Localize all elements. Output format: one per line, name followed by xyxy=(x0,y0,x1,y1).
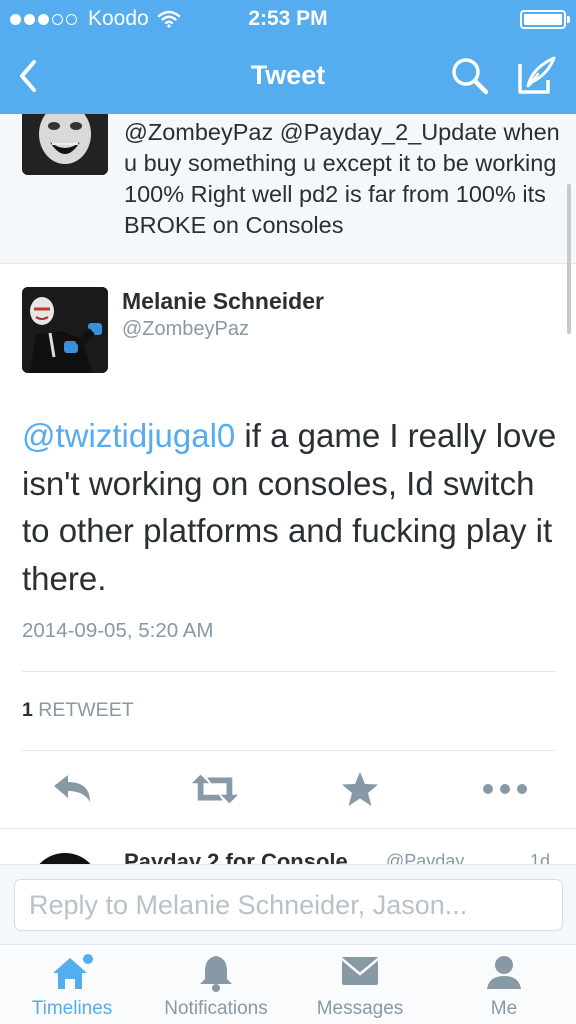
compose-tweet-button[interactable] xyxy=(514,52,560,98)
avatar[interactable] xyxy=(22,114,108,175)
retweet-label: RETWEET xyxy=(38,699,134,721)
next-tweet-author: Payday 2 for Console xyxy=(124,849,348,864)
previous-tweet-text: @ZombeyPaz @Payday_2_Update when u buy s… xyxy=(124,119,560,238)
home-icon xyxy=(53,954,93,989)
tweet-text: @twiztidjugal0 if a game I really love i… xyxy=(22,412,562,602)
mention-link[interactable]: @twiztidjugal0 xyxy=(22,417,235,454)
reply-bar xyxy=(0,864,576,944)
retweet-button[interactable] xyxy=(190,764,240,814)
tab-bar: Timelines Notifications Messages Me xyxy=(0,944,576,1024)
status-time: 2:53 PM xyxy=(248,7,328,30)
tab-notifications[interactable]: Notifications xyxy=(144,945,288,1024)
tweet-timestamp: 2014-09-05, 5:20 AM xyxy=(22,619,214,642)
battery-icon xyxy=(520,10,570,29)
divider xyxy=(22,671,555,672)
tab-me[interactable]: Me xyxy=(432,945,576,1024)
status-bar: Koodo 2:53 PM xyxy=(0,0,576,38)
retweet-icon xyxy=(191,774,239,804)
previous-tweet[interactable]: @ZombeyPaz @Payday_2_Update when u buy s… xyxy=(0,114,576,264)
compose-icon xyxy=(518,56,556,94)
next-tweet-time: 1d xyxy=(530,851,551,864)
more-options-button[interactable] xyxy=(480,764,530,814)
scrollbar[interactable] xyxy=(567,184,571,334)
person-icon xyxy=(487,956,521,989)
star-icon xyxy=(342,772,378,806)
search-icon xyxy=(452,58,489,95)
next-tweet[interactable]: Payday 2 for Console @Payday... 1d xyxy=(0,828,576,864)
next-tweet-handle: @Payday... xyxy=(386,851,478,864)
envelope-icon xyxy=(341,957,379,985)
reply-button[interactable] xyxy=(47,764,97,814)
reply-input[interactable] xyxy=(14,879,563,931)
divider xyxy=(22,750,555,751)
tab-messages[interactable]: Messages xyxy=(288,945,432,1024)
retweet-number: 1 xyxy=(22,699,33,721)
bell-icon xyxy=(200,956,232,992)
author-handle[interactable]: @ZombeyPaz xyxy=(122,318,249,341)
author-avatar[interactable] xyxy=(22,287,108,373)
reply-icon xyxy=(54,775,90,802)
favorite-button[interactable] xyxy=(335,764,385,814)
tweet-detail: @ZombeyPaz @Payday_2_Update when u buy s… xyxy=(0,114,576,864)
ellipsis-icon xyxy=(483,784,527,794)
header: Koodo 2:53 PM Tweet xyxy=(0,0,576,114)
tab-label: Timelines xyxy=(31,998,113,1019)
search-button[interactable] xyxy=(448,54,492,98)
tab-label: Notifications xyxy=(164,998,268,1019)
tab-label: Me xyxy=(490,998,518,1019)
author-name[interactable]: Melanie Schneider xyxy=(122,288,324,315)
retweet-count[interactable]: 1 RETWEET xyxy=(22,699,134,722)
tab-label: Messages xyxy=(316,998,404,1019)
avatar[interactable] xyxy=(30,853,100,864)
tab-timelines[interactable]: Timelines xyxy=(0,945,144,1024)
nav-bar: Tweet xyxy=(0,38,576,114)
